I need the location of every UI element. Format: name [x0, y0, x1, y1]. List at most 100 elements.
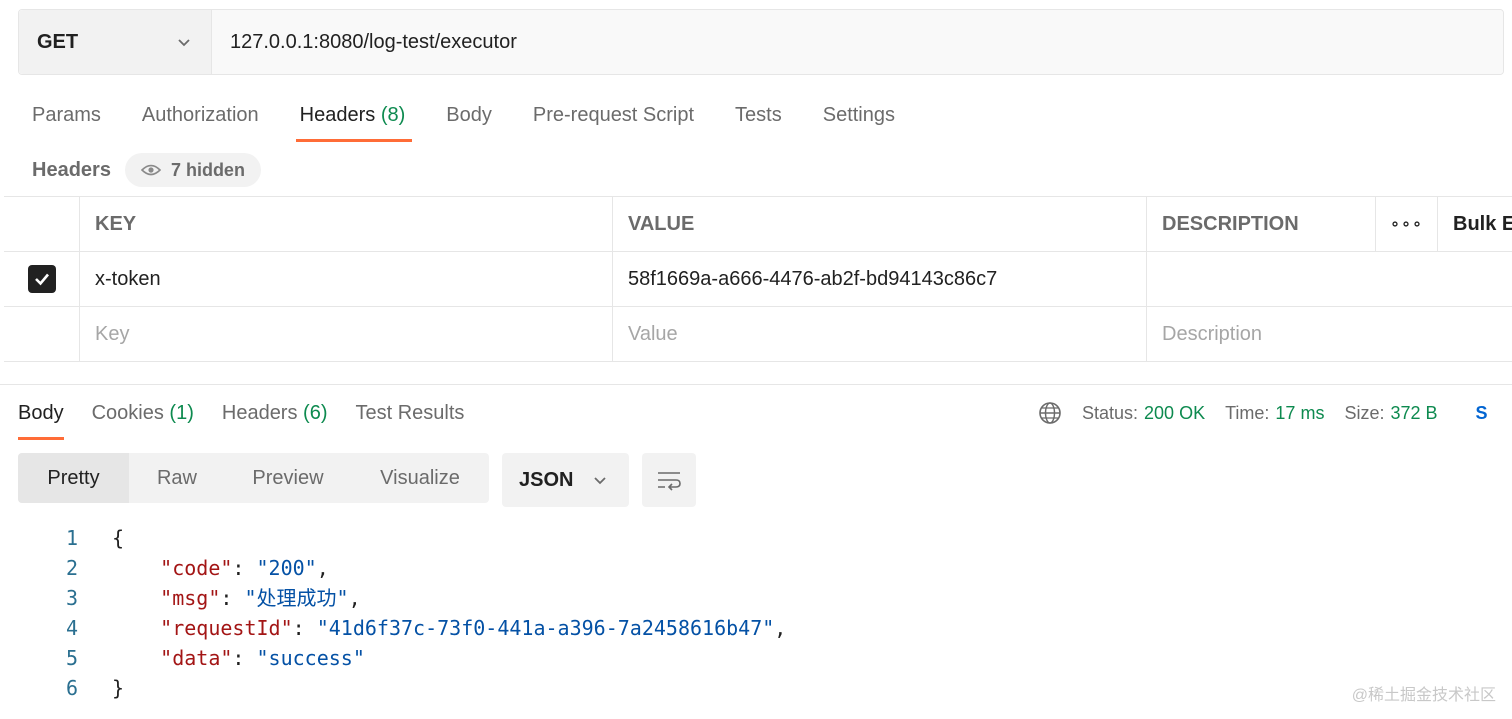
mode-visualize[interactable]: Visualize: [351, 453, 489, 503]
mode-pretty[interactable]: Pretty: [18, 453, 129, 503]
tab-authorization[interactable]: Authorization: [142, 96, 259, 142]
request-url-bar: GET 127.0.0.1:8080/log-test/executor: [18, 9, 1504, 75]
json-value: "41d6f37c-73f0-441a-a396-7a2458616b47": [316, 616, 775, 640]
watermark: @稀土掘金技术社区: [1351, 687, 1496, 704]
column-header-key: KEY: [80, 197, 613, 251]
row-checkbox[interactable]: [4, 252, 80, 306]
hidden-count: 7 hidden: [170, 159, 245, 180]
line-number: 6: [65, 676, 78, 700]
tab-label: Headers: [299, 104, 376, 126]
eye-icon: [140, 164, 161, 176]
header-description-cell[interactable]: [1147, 252, 1512, 306]
hidden-headers-toggle[interactable]: 7 hidden: [124, 153, 261, 187]
chevron-down-icon: [178, 39, 190, 47]
mode-raw[interactable]: Raw: [129, 453, 225, 503]
json-sep: ,: [348, 586, 361, 610]
headers-table: KEY VALUE DESCRIPTION ∘∘∘ Bulk E x-token…: [4, 196, 1512, 362]
method-select[interactable]: GET: [19, 10, 212, 74]
size-label: Size:: [1344, 402, 1385, 423]
tab-count: (6): [303, 402, 328, 424]
tab-label: Cookies: [91, 402, 164, 424]
format-label: JSON: [519, 468, 574, 491]
tab-label: Params: [32, 104, 101, 126]
code-brace: {: [112, 526, 125, 550]
empty-select-cell: [4, 307, 80, 361]
column-header-description: DESCRIPTION: [1147, 197, 1376, 251]
select-column-header: [4, 197, 80, 251]
header-value-cell[interactable]: 58f1669a-a666-4476-ab2f-bd94143c86c7: [613, 252, 1147, 306]
headers-subheader: Headers 7 hidden: [32, 152, 261, 188]
pane-divider[interactable]: [0, 384, 1512, 385]
tab-label: Test Results: [355, 402, 465, 424]
tab-pre-request-script[interactable]: Pre-request Script: [533, 96, 694, 142]
chevron-down-icon: [594, 477, 607, 485]
tab-label: Body: [446, 104, 492, 126]
tab-label: Tests: [735, 104, 782, 126]
status-label: Status:: [1082, 402, 1139, 423]
status-value[interactable]: 200 OK: [1144, 403, 1205, 424]
code-line: 2 "code": "200",: [30, 553, 786, 583]
json-key: "data": [160, 646, 233, 670]
tab-label: Body: [18, 402, 64, 424]
size-value[interactable]: 372 B: [1390, 403, 1437, 424]
tab-headers[interactable]: Headers (8): [295, 96, 412, 142]
json-key: "msg": [160, 586, 221, 610]
line-number: 3: [65, 586, 78, 610]
column-header-value: VALUE: [613, 197, 1147, 251]
code-line: 6}: [30, 673, 786, 703]
json-value: "200": [256, 556, 317, 580]
table-row: x-token 58f1669a-a666-4476-ab2f-bd94143c…: [4, 252, 1512, 307]
save-response-button[interactable]: S: [1476, 403, 1488, 424]
new-value-input[interactable]: Value: [613, 307, 1147, 361]
format-select[interactable]: JSON: [502, 453, 629, 507]
response-body-code[interactable]: 1{ 2 "code": "200", 3 "msg": "处理成功", 4 "…: [30, 523, 786, 703]
response-tabs: Body Cookies (1) Headers (6) Test Result…: [18, 394, 492, 440]
more-icon: ∘∘∘: [1389, 216, 1424, 233]
checkmark-icon: [27, 265, 56, 293]
table-header-row: KEY VALUE DESCRIPTION ∘∘∘ Bulk E: [4, 197, 1512, 252]
tab-params[interactable]: Params: [32, 96, 101, 142]
tab-label: Headers: [221, 402, 298, 424]
json-value: "success": [256, 646, 365, 670]
tab-body[interactable]: Body: [446, 96, 492, 142]
code-brace: }: [112, 676, 125, 700]
mode-preview[interactable]: Preview: [225, 453, 351, 503]
headers-section-label: Headers: [32, 158, 111, 181]
url-input[interactable]: 127.0.0.1:8080/log-test/executor: [212, 10, 1503, 74]
json-sep: ,: [774, 616, 787, 640]
view-mode-group: Pretty Raw Preview Visualize: [18, 453, 489, 503]
code-line: 3 "msg": "处理成功",: [30, 583, 786, 613]
line-number: 4: [65, 616, 78, 640]
globe-icon[interactable]: [1038, 401, 1062, 425]
tab-count: (8): [380, 104, 406, 126]
bulk-edit-button[interactable]: Bulk E: [1438, 197, 1512, 251]
time-value[interactable]: 17 ms: [1275, 403, 1324, 424]
method-label: GET: [37, 30, 79, 53]
code-line: 4 "requestId": "41d6f37c-73f0-441a-a396-…: [30, 613, 786, 643]
table-row-new: Key Value Description: [4, 307, 1512, 362]
header-key-cell[interactable]: x-token: [80, 252, 613, 306]
tab-label: Authorization: [141, 104, 259, 126]
tab-settings[interactable]: Settings: [823, 96, 895, 142]
response-tab-cookies[interactable]: Cookies (1): [92, 394, 194, 440]
tab-label: Settings: [822, 104, 895, 126]
more-options-button[interactable]: ∘∘∘: [1376, 197, 1438, 251]
response-tab-headers[interactable]: Headers (6): [222, 394, 328, 440]
json-key: "code": [160, 556, 233, 580]
json-sep: ,: [316, 556, 329, 580]
json-key: "requestId": [160, 616, 293, 640]
json-value: "处理成功": [244, 586, 349, 610]
response-tab-test-results[interactable]: Test Results: [356, 394, 465, 440]
code-line: 5 "data": "success": [30, 643, 786, 673]
wrap-lines-icon: [658, 472, 681, 491]
code-line: 1{: [30, 523, 786, 553]
time-label: Time:: [1225, 402, 1270, 423]
wrap-lines-button[interactable]: [642, 453, 696, 507]
new-description-input[interactable]: Description: [1147, 307, 1512, 361]
new-key-input[interactable]: Key: [80, 307, 613, 361]
tab-tests[interactable]: Tests: [735, 96, 782, 142]
response-status: Status: 200 OK Time: 17 ms Size: 372 B S: [1038, 398, 1488, 428]
response-tab-body[interactable]: Body: [18, 394, 64, 440]
request-tabs: Params Authorization Headers (8) Body Pr…: [32, 96, 936, 144]
bulk-edit-label: Bulk E: [1453, 212, 1512, 235]
